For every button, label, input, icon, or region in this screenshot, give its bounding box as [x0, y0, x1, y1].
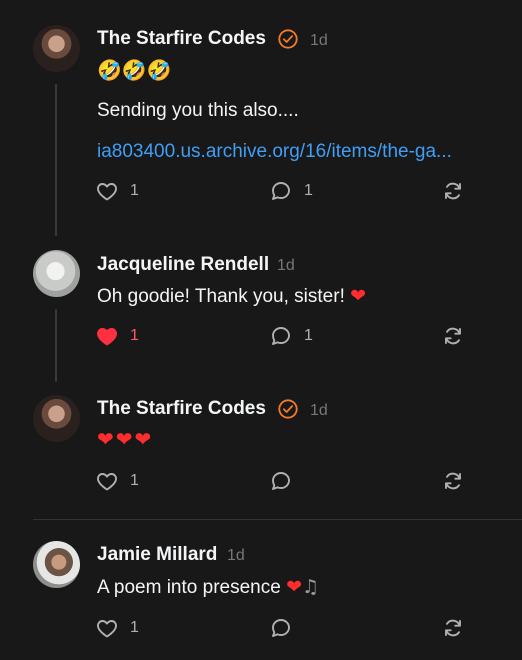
emoji-line: 🤣🤣🤣 [97, 58, 172, 82]
like-button[interactable]: 1 [95, 324, 139, 348]
avatar[interactable] [33, 395, 80, 442]
post-time: 1d [227, 547, 245, 564]
author-name[interactable]: The Starfire Codes [97, 398, 266, 420]
avatar[interactable] [33, 541, 80, 588]
post-text: Sending you this also.... [97, 100, 299, 121]
reply-button[interactable]: 1 [269, 179, 313, 203]
repost-button[interactable] [441, 469, 465, 493]
thread-line [55, 309, 57, 382]
post-time: 1d [277, 257, 295, 274]
heart-icon [97, 620, 117, 638]
verified-badge-icon [278, 29, 298, 49]
heart-emoji: ❤ [286, 576, 302, 598]
emoji-line: ❤❤❤ [97, 427, 154, 451]
author-name[interactable]: The Starfire Codes [97, 28, 266, 50]
repost-icon [445, 327, 461, 345]
verified-badge-icon [278, 399, 298, 419]
like-count: 1 [130, 472, 139, 489]
reply-button[interactable]: 1 [269, 324, 313, 348]
reply-button[interactable] [269, 469, 293, 493]
divider [33, 519, 522, 520]
post-text: A poem into presence [97, 577, 281, 598]
like-count: 1 [130, 619, 139, 636]
repost-icon [445, 182, 461, 200]
post-text-line: A poem into presence ❤♫ [97, 576, 319, 599]
reply-count: 1 [304, 182, 313, 199]
repost-icon [445, 619, 461, 637]
like-button[interactable]: 1 [95, 616, 139, 640]
heart-icon [97, 328, 117, 346]
author-name[interactable]: Jamie Millard [97, 544, 217, 566]
heart-icon [97, 473, 117, 491]
comment-icon [272, 327, 290, 345]
avatar[interactable] [33, 25, 80, 72]
post-text: Oh goodie! Thank you, sister! [97, 286, 345, 307]
comment-icon [272, 182, 290, 200]
repost-button[interactable] [441, 179, 465, 203]
heart-icon [97, 183, 117, 201]
music-note-emoji: ♫ [302, 576, 320, 598]
post-time: 1d [310, 402, 328, 419]
like-button[interactable]: 1 [95, 469, 139, 493]
like-button[interactable]: 1 [95, 179, 139, 203]
post-time: 1d [310, 32, 328, 49]
thread-line [55, 84, 57, 236]
repost-button[interactable] [441, 616, 465, 640]
repost-button[interactable] [441, 324, 465, 348]
comment-icon [272, 619, 290, 637]
post-link[interactable]: ia803400.us.archive.org/16/items/the-ga.… [97, 141, 452, 163]
comment-icon [272, 472, 290, 490]
repost-icon [445, 472, 461, 490]
like-count: 1 [130, 327, 139, 344]
reply-count: 1 [304, 327, 313, 344]
like-count: 1 [130, 182, 139, 199]
author-name[interactable]: Jacqueline Rendell [97, 254, 269, 276]
reply-button[interactable] [269, 616, 293, 640]
avatar[interactable] [33, 250, 80, 297]
post-text-line: Oh goodie! Thank you, sister! ❤ [97, 285, 366, 308]
heart-emoji: ❤ [350, 285, 367, 307]
